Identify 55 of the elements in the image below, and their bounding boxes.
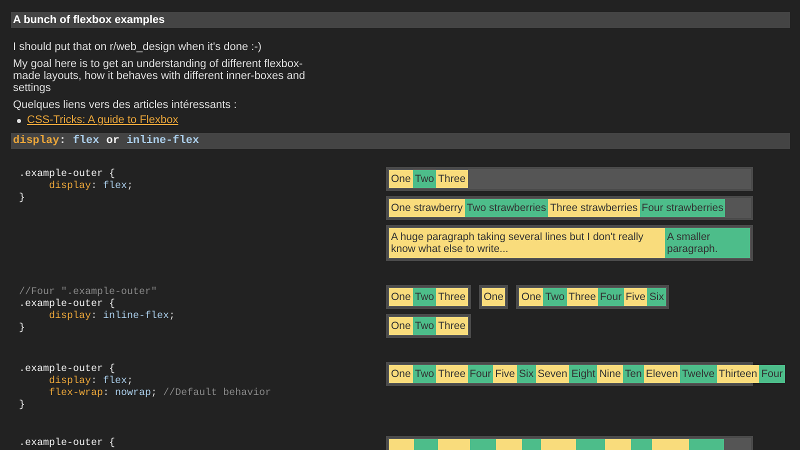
flex-item: Twelve <box>680 365 717 383</box>
flex-item: Eleven <box>644 365 680 383</box>
flex-item: Eight <box>569 365 598 383</box>
flex-item: Three <box>566 288 598 306</box>
flex-item: Five <box>624 288 648 306</box>
flex-item: A smaller paragraph. <box>665 228 750 258</box>
flex-item: Six <box>647 288 666 306</box>
flex-item: Two <box>543 288 567 306</box>
flex-item: Three <box>436 288 468 306</box>
flex-item: Four <box>468 365 494 383</box>
code-line: display: inline-flex; <box>48 311 176 323</box>
code-line: .example-outer { <box>19 169 116 180</box>
bullet-icon <box>17 118 21 122</box>
flex-item: One strawberry <box>389 199 465 217</box>
paragraph: Quelques liens vers des articles intéressants : <box>13 99 238 111</box>
flex-item: Thirteen <box>716 365 760 383</box>
code-line: .example-outer { <box>19 299 116 310</box>
flex-item: Four strawberries <box>640 199 726 217</box>
flex-item: One <box>389 365 413 383</box>
section-heading: display: flex or inline-flex <box>11 133 790 149</box>
code-line: } <box>19 323 26 335</box>
flex-item: Three strawberries <box>548 199 640 217</box>
code-line: //Four ".example-outer" <box>19 287 158 298</box>
flex-item: A huge paragraph taking several lines but I don't really know what else to write... <box>389 228 665 258</box>
flex-item: Two <box>412 170 436 188</box>
flex-item: Ten <box>622 365 644 383</box>
flex-item: Four <box>598 288 624 306</box>
code-line: display: flex; <box>48 181 134 193</box>
flex-item: Seven <box>536 365 570 383</box>
flex-item: Two <box>412 317 436 335</box>
flex-item: Three <box>436 317 468 335</box>
flex-item: Six <box>517 365 536 383</box>
flex-item: Three <box>436 365 468 383</box>
flex-item: One <box>389 317 413 335</box>
code-line: } <box>19 193 26 205</box>
code-line: } <box>19 400 26 412</box>
flex-item: Two <box>412 365 436 383</box>
flex-item: Two <box>412 288 436 306</box>
code-line: .example-outer { <box>19 438 116 450</box>
flex-item: Three <box>436 170 468 188</box>
paragraph: My goal here is to get an understanding of different flexbox-made layouts, how it behaves with different inner-boxes and settings <box>13 58 306 94</box>
flex-item: Two strawberries <box>464 199 548 217</box>
flex-item: Nine <box>597 365 623 383</box>
code-line: flex-wrap: nowrap; //Default behavior <box>48 388 272 400</box>
code-line: display: flex; <box>48 376 134 388</box>
flex-item: One <box>482 288 506 306</box>
flex-item: One <box>389 288 413 306</box>
flex-item: One <box>389 170 413 188</box>
page-title: A bunch of flexbox examples <box>11 12 790 28</box>
flex-item: Five <box>493 365 517 383</box>
article-link[interactable]: CSS-Tricks: A guide to Flexbox <box>27 114 178 126</box>
code-line: .example-outer { <box>19 364 116 376</box>
flex-item: Four <box>759 365 785 383</box>
flex-item: One <box>519 288 544 306</box>
paragraph: I should put that on r/web_design when it's done :-) <box>13 41 263 53</box>
